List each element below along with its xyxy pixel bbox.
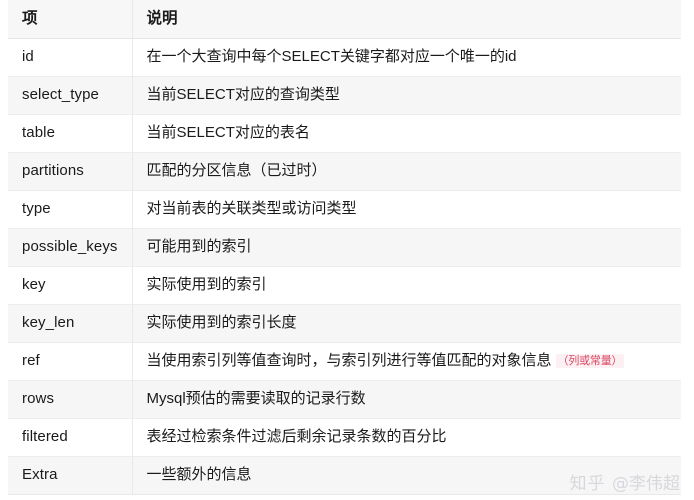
row-item-description: 当使用索引列等值查询时，与索引列进行等值匹配的对象信息 （列或常量）	[132, 342, 681, 381]
row-item-description: 当前SELECT对应的查询类型	[132, 76, 681, 115]
column-header-item: 项	[8, 0, 133, 39]
table-row: select_type 当前SELECT对应的查询类型	[8, 76, 681, 115]
row-item-name: Extra	[8, 456, 133, 495]
row-item-description: 可能用到的索引	[132, 228, 681, 267]
row-item-name: table	[8, 114, 133, 153]
table-row: partitions 匹配的分区信息（已过时）	[8, 152, 681, 191]
row-item-description: 当前SELECT对应的表名	[132, 114, 681, 153]
explain-table-container: 项 说明 id 在一个大查询中每个SELECT关键字都对应一个唯一的id sel…	[8, 0, 681, 495]
row-description-text: 当使用索引列等值查询时，与索引列进行等值匹配的对象信息	[146, 352, 552, 369]
table-row: id 在一个大查询中每个SELECT关键字都对应一个唯一的id	[8, 38, 681, 77]
row-item-name: partitions	[8, 152, 133, 191]
row-item-name: filtered	[8, 418, 133, 457]
row-item-name: ref	[8, 342, 133, 381]
table-row: type 对当前表的关联类型或访问类型	[8, 190, 681, 229]
table-header: 项 说明	[8, 0, 681, 39]
explain-reference-page: 项 说明 id 在一个大查询中每个SELECT关键字都对应一个唯一的id sel…	[0, 0, 694, 500]
row-item-description: 在一个大查询中每个SELECT关键字都对应一个唯一的id	[132, 38, 681, 77]
explain-columns-table: 项 说明 id 在一个大查询中每个SELECT关键字都对应一个唯一的id sel…	[8, 0, 681, 495]
table-row: key_len 实际使用到的索引长度	[8, 304, 681, 343]
row-item-name: key_len	[8, 304, 133, 343]
row-item-name: select_type	[8, 76, 133, 115]
table-row: possible_keys 可能用到的索引	[8, 228, 681, 267]
row-item-name: type	[8, 190, 133, 229]
table-header-row: 项 说明	[8, 0, 681, 39]
table-row: table 当前SELECT对应的表名	[8, 114, 681, 153]
row-item-description: 对当前表的关联类型或访问类型	[132, 190, 681, 229]
table-row: rows Mysql预估的需要读取的记录行数	[8, 380, 681, 419]
row-item-name: key	[8, 266, 133, 305]
row-item-name: possible_keys	[8, 228, 133, 267]
table-row: ref 当使用索引列等值查询时，与索引列进行等值匹配的对象信息 （列或常量）	[8, 342, 681, 381]
table-row: filtered 表经过检索条件过滤后剩余记录条数的百分比	[8, 418, 681, 457]
table-row: key 实际使用到的索引	[8, 266, 681, 305]
row-item-name: id	[8, 38, 133, 77]
watermark: 知乎 @李伟超	[570, 469, 680, 494]
row-item-description: Mysql预估的需要读取的记录行数	[132, 380, 681, 419]
table-body: id 在一个大查询中每个SELECT关键字都对应一个唯一的id select_t…	[8, 38, 681, 495]
row-item-description: 表经过检索条件过滤后剩余记录条数的百分比	[132, 418, 681, 457]
row-item-name: rows	[8, 380, 133, 419]
row-item-description: 匹配的分区信息（已过时）	[132, 152, 681, 191]
row-item-description: 实际使用到的索引	[132, 266, 681, 305]
watermark-author: @李伟超	[612, 474, 680, 494]
row-description-note: （列或常量）	[555, 354, 625, 368]
column-header-description: 说明	[132, 0, 681, 39]
row-item-description: 实际使用到的索引长度	[132, 304, 681, 343]
watermark-site: 知乎	[569, 474, 606, 494]
